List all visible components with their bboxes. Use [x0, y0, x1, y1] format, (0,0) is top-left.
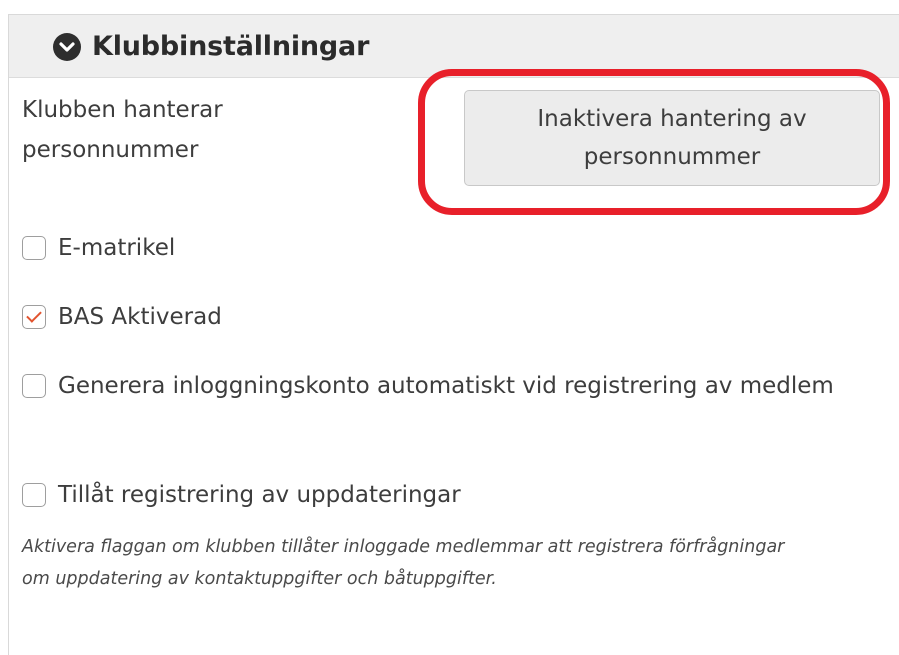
- chevron-down-circle-icon[interactable]: [53, 33, 81, 61]
- generera-konto-checkbox[interactable]: [22, 374, 46, 398]
- tillat-uppdateringar-checkbox[interactable]: [22, 483, 46, 507]
- option-e-matrikel[interactable]: E-matrikel: [22, 228, 175, 268]
- e-matrikel-checkbox[interactable]: [22, 236, 46, 260]
- bas-aktiverad-checkbox[interactable]: [22, 305, 46, 329]
- option-generera-konto[interactable]: Generera inloggningskonto automatiskt vi…: [22, 366, 862, 406]
- panel-title: Klubbinställningar: [92, 30, 370, 62]
- panel-header[interactable]: Klubbinställningar: [9, 15, 899, 78]
- disable-personnummer-button[interactable]: Inaktivera hantering av personnummer: [464, 90, 880, 186]
- option-label: BAS Aktiverad: [58, 304, 222, 330]
- option-tillat-uppdateringar[interactable]: Tillåt registrering av uppdateringar: [22, 475, 461, 515]
- personnummer-label: Klubben hanterar personnummer: [22, 97, 223, 163]
- option-label: E-matrikel: [58, 235, 176, 261]
- option-label: Tillåt registrering av uppdateringar: [58, 482, 461, 508]
- personnummer-row: Klubben hanterar personnummer Inaktivera…: [22, 90, 882, 210]
- option-label: Generera inloggningskonto automatiskt vi…: [58, 373, 834, 399]
- help-text: Aktivera flaggan om klubben tillåter inl…: [22, 537, 785, 589]
- option-bas-aktiverad[interactable]: BAS Aktiverad: [22, 297, 222, 337]
